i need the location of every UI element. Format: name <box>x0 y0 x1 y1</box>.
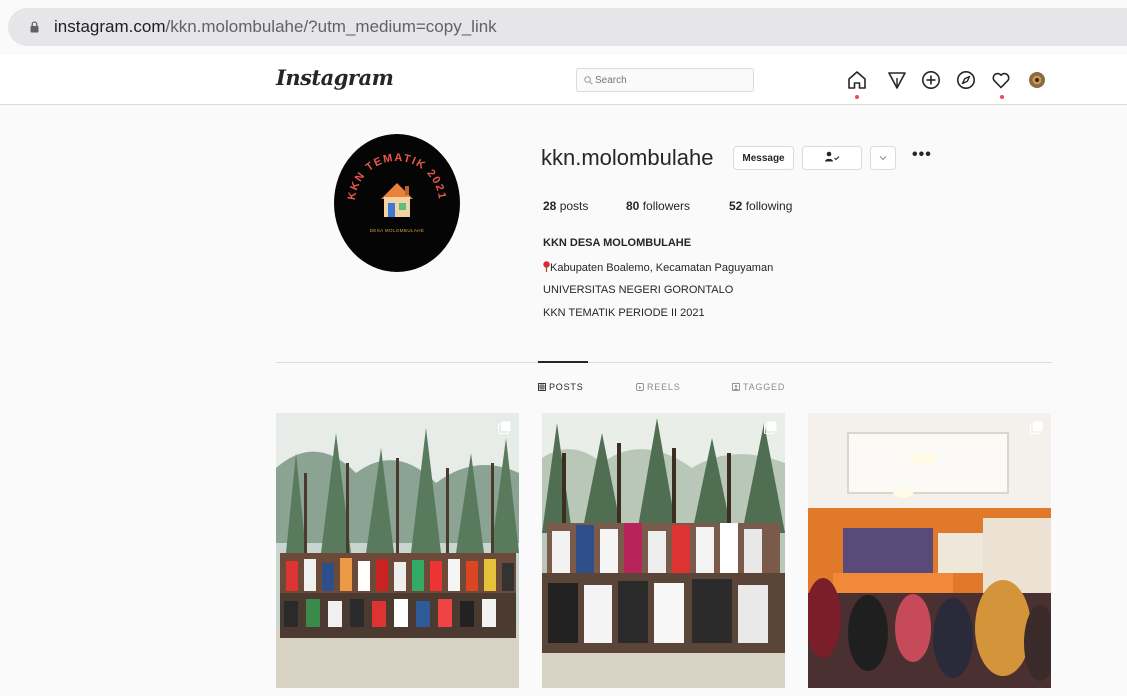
tab-reels[interactable]: REELS <box>636 382 681 392</box>
url-host: instagram.com <box>54 17 166 36</box>
stat-followers[interactable]: 80 followers <box>626 199 690 213</box>
stat-posts-count: 28 <box>543 199 557 213</box>
browser-address-bar[interactable]: instagram.com/kkn.molombulahe/?utm_mediu… <box>8 8 1127 46</box>
post-image <box>276 413 519 688</box>
stat-posts: 28 posts <box>543 199 588 213</box>
search-input[interactable] <box>576 68 754 92</box>
profile-icon[interactable] <box>1026 69 1048 91</box>
map-pin-icon <box>543 261 550 272</box>
tab-posts-label: POSTS <box>549 382 584 392</box>
post-thumbnail[interactable] <box>276 413 519 688</box>
follow-status-button[interactable] <box>802 146 862 170</box>
post-image <box>808 413 1051 688</box>
multiple-photos-icon <box>764 421 777 434</box>
profile-avatar[interactable]: KKN TEMATIK 2021 DESA MOLOMBULAHE <box>333 133 461 273</box>
reels-icon <box>636 383 644 391</box>
bio-line-period: KKN TEMATIK PERIODE II 2021 <box>543 307 705 319</box>
url-path: /kkn.molombulahe/?utm_medium=copy_link <box>165 17 497 36</box>
stat-followers-count: 80 <box>626 199 640 213</box>
avatar-caption: DESA MOLOMBULAHE <box>370 228 425 233</box>
tab-tagged[interactable]: TAGGED <box>732 382 785 392</box>
search-icon <box>584 76 593 85</box>
post-thumbnail[interactable] <box>808 413 1051 688</box>
stat-posts-label: posts <box>559 199 589 213</box>
tab-reels-label: REELS <box>647 382 681 392</box>
tab-tagged-label: TAGGED <box>743 382 786 392</box>
tab-posts[interactable]: POSTS <box>538 382 584 392</box>
lock-icon <box>30 21 39 33</box>
message-button[interactable]: Message <box>733 146 794 170</box>
post-thumbnail[interactable] <box>542 413 785 688</box>
instagram-logo[interactable]: Instagram <box>276 65 394 90</box>
post-image <box>542 413 785 688</box>
stat-following[interactable]: 52 following <box>729 199 792 213</box>
activity-icon[interactable] <box>990 69 1012 91</box>
bio-location-text: Kabupaten Boalemo, Kecamatan Paguyaman <box>550 262 774 274</box>
profile-username: kkn.molombulahe <box>541 145 714 170</box>
bio-line-university: UNIVERSITAS NEGERI GORONTALO <box>543 284 734 296</box>
home-icon[interactable] <box>846 69 868 91</box>
multiple-photos-icon <box>498 421 511 434</box>
activity-notification-dot <box>1000 95 1004 99</box>
stat-followers-label: followers <box>642 199 691 213</box>
more-options-icon[interactable]: ••• <box>912 146 932 164</box>
direct-icon[interactable] <box>886 69 908 91</box>
url-text: instagram.com/kkn.molombulahe/?utm_mediu… <box>54 17 497 37</box>
stat-following-label: following <box>745 199 793 213</box>
tagged-icon <box>732 383 740 391</box>
bio-full-name: KKN DESA MOLOMBULAHE <box>543 237 692 249</box>
bio-location: Kabupaten Boalemo, Kecamatan Paguyaman <box>543 261 773 274</box>
multiple-photos-icon <box>1030 421 1043 434</box>
chevron-down-icon <box>879 155 887 160</box>
person-check-icon <box>825 151 840 161</box>
stat-following-count: 52 <box>729 199 743 213</box>
suggestions-dropdown-button[interactable] <box>870 146 896 170</box>
new-post-icon[interactable] <box>920 69 942 91</box>
home-active-dot <box>855 95 859 99</box>
grid-icon <box>538 383 546 391</box>
top-navigation: Instagram <box>0 55 1127 105</box>
active-tab-indicator <box>538 361 588 363</box>
explore-icon[interactable] <box>955 69 977 91</box>
tabs-divider <box>276 362 1052 363</box>
